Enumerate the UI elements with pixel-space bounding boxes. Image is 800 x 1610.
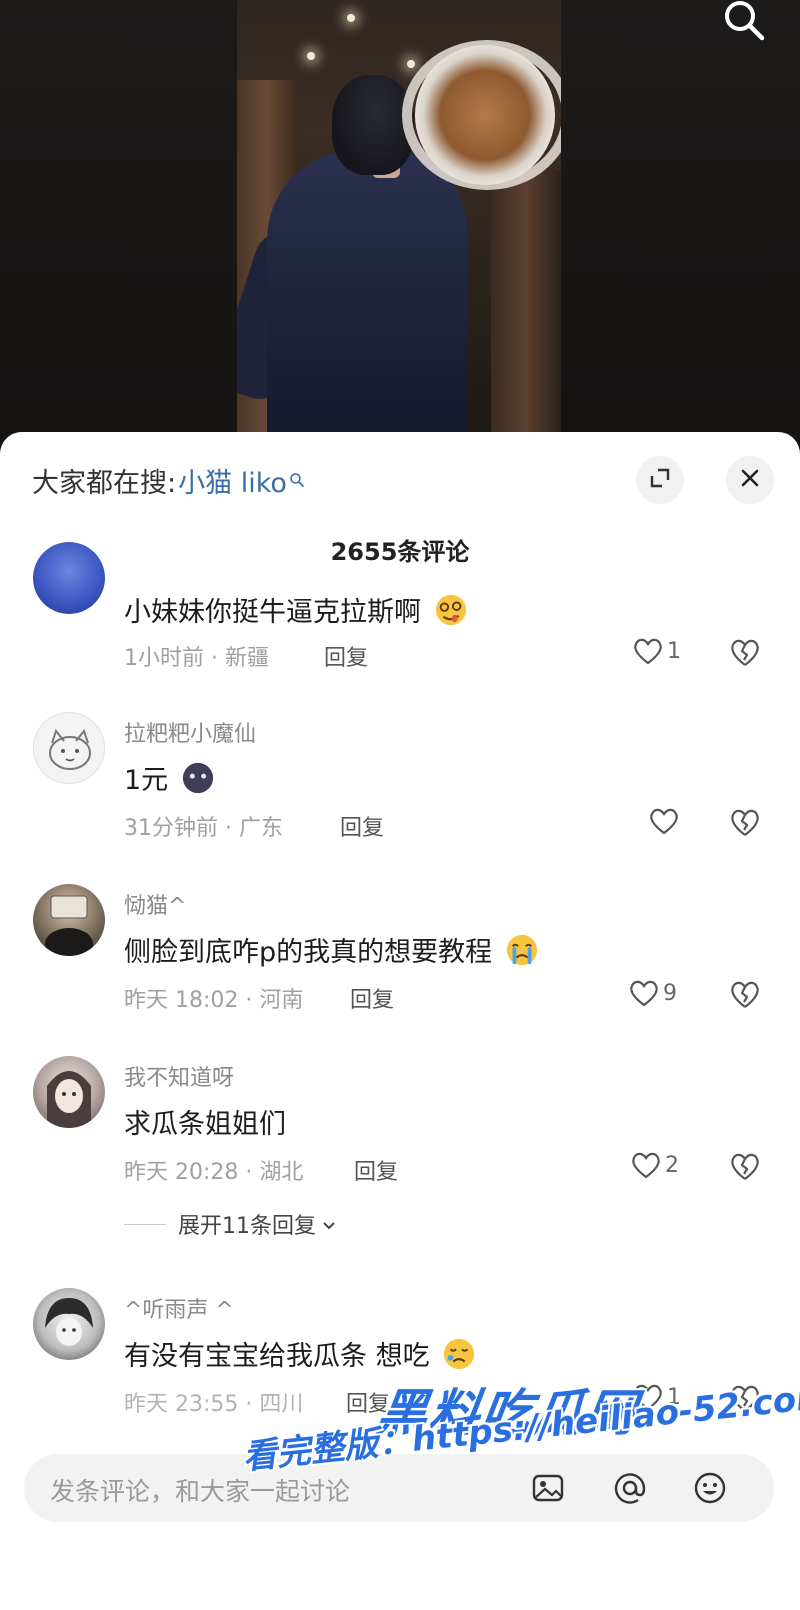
dislike-button[interactable] [728, 806, 762, 838]
person-head [332, 75, 414, 175]
search-icon[interactable] [720, 0, 768, 44]
search-suggestion-bar[interactable]: 大家都在搜: 小猫 liko [32, 460, 305, 500]
avatar[interactable] [33, 1288, 105, 1360]
comment-time-location: 31分钟前 · 广东 [124, 816, 283, 841]
emoji-picker-icon[interactable] [692, 1470, 728, 1506]
chevron-down-icon [322, 1212, 336, 1237]
heart-icon [634, 638, 662, 665]
ceiling-light [407, 60, 415, 68]
reply-button[interactable]: 回复 [324, 640, 368, 672]
broken-heart-icon [731, 981, 759, 1008]
bouquet [415, 45, 555, 185]
broken-heart-icon [731, 639, 759, 666]
like-button[interactable]: 9 [628, 978, 677, 1008]
expand-replies-button[interactable]: 展开11条回复 [124, 1208, 336, 1240]
comment-text: 1元 [124, 758, 215, 802]
comment-username[interactable]: 恸猫^ [124, 888, 186, 920]
reply-button[interactable]: 回复 [350, 982, 394, 1014]
at-mention-icon[interactable] [612, 1470, 648, 1506]
video-frame[interactable] [237, 0, 561, 432]
comment-text-body: 小妹妹你挺牛逼克拉斯啊 [124, 597, 421, 628]
dislike-button[interactable] [728, 1150, 762, 1182]
comment-text: 侧脸到底咋p的我真的想要教程 [124, 930, 539, 974]
heart-icon [632, 1152, 660, 1179]
comment-text: 小妹妹你挺牛逼克拉斯啊 [124, 590, 468, 634]
marble-pillar-right [491, 170, 561, 432]
avatar[interactable] [33, 712, 105, 784]
like-count: 9 [663, 980, 677, 1006]
avatar[interactable] [33, 884, 105, 956]
avatar[interactable] [33, 1056, 105, 1128]
ceiling-light [347, 14, 355, 22]
comment-time-location: 昨天 23:55 · 四川 [124, 1392, 304, 1417]
dislike-button[interactable] [728, 636, 762, 668]
avatar[interactable] [33, 542, 105, 614]
like-count: 2 [665, 1152, 679, 1178]
crying-face-emoji-icon [505, 933, 539, 974]
comment-item: 拉粑粑小魔仙 1元 31分钟前 · 广东 回复 [0, 712, 800, 862]
broken-heart-icon [731, 809, 759, 836]
heart-icon [630, 980, 658, 1007]
like-count: 1 [667, 638, 681, 664]
heart-icon [650, 808, 678, 835]
expand-button[interactable] [636, 456, 684, 504]
comment-time-location: 昨天 18:02 · 河南 [124, 988, 304, 1013]
comment-time-location: 1小时前 · 新疆 [124, 646, 269, 671]
comment-username[interactable]: 我不知道呀 [124, 1060, 234, 1092]
expand-replies-label: 展开11条回复 [178, 1214, 316, 1239]
like-button[interactable]: 2 [630, 1150, 679, 1180]
dizzy-face-emoji-icon [434, 593, 468, 634]
expand-icon [648, 466, 672, 494]
comment-time-location: 昨天 20:28 · 湖北 [124, 1160, 304, 1185]
comment-item: 小妹妹你挺牛逼克拉斯啊 1小时前 · 新疆 回复 1 [0, 542, 800, 702]
dislike-button[interactable] [728, 978, 762, 1010]
like-button[interactable]: 1 [632, 636, 681, 666]
comment-item: 恸猫^ 侧脸到底咋p的我真的想要教程 昨天 18:02 · 河南 回复 9 [0, 884, 800, 1034]
sad-face-emoji-icon [442, 1337, 476, 1378]
reply-button[interactable]: 回复 [354, 1154, 398, 1186]
comment-text: 有没有宝宝给我瓜条 想吃 [124, 1334, 476, 1378]
comment-text-body: 有没有宝宝给我瓜条 想吃 [124, 1341, 430, 1372]
like-button[interactable] [648, 806, 683, 836]
comment-item: 我不知道呀 求瓜条姐姐们 昨天 20:28 · 湖北 回复 2 展开11条回复 [0, 1056, 800, 1256]
comment-input[interactable]: 发条评论，和大家一起讨论 [24, 1454, 774, 1522]
video-player[interactable] [0, 0, 800, 470]
search-suggestion-link[interactable]: 小猫 liko [178, 461, 287, 500]
reply-button[interactable]: 回复 [340, 810, 384, 842]
ceiling-light [307, 52, 315, 60]
comment-text-body: 1元 [124, 765, 169, 796]
broken-heart-icon [731, 1153, 759, 1180]
close-icon [738, 466, 762, 494]
image-icon[interactable] [530, 1470, 566, 1506]
search-suggestion-prefix: 大家都在搜: [32, 467, 177, 499]
dark-blob-emoji-icon [181, 761, 215, 802]
comment-username[interactable]: ^听雨声 ^ [124, 1292, 234, 1324]
comment-username[interactable]: 拉粑粑小魔仙 [124, 716, 256, 748]
close-button[interactable] [726, 456, 774, 504]
small-search-icon [289, 464, 305, 487]
comment-input-placeholder: 发条评论，和大家一起讨论 [50, 1477, 351, 1506]
comment-count: 2655条评论 [330, 538, 470, 566]
divider-line [124, 1223, 166, 1225]
comment-text: 求瓜条姐姐们 [124, 1109, 286, 1140]
person-body [267, 150, 467, 432]
comment-text-body: 侧脸到底咋p的我真的想要教程 [124, 937, 493, 968]
